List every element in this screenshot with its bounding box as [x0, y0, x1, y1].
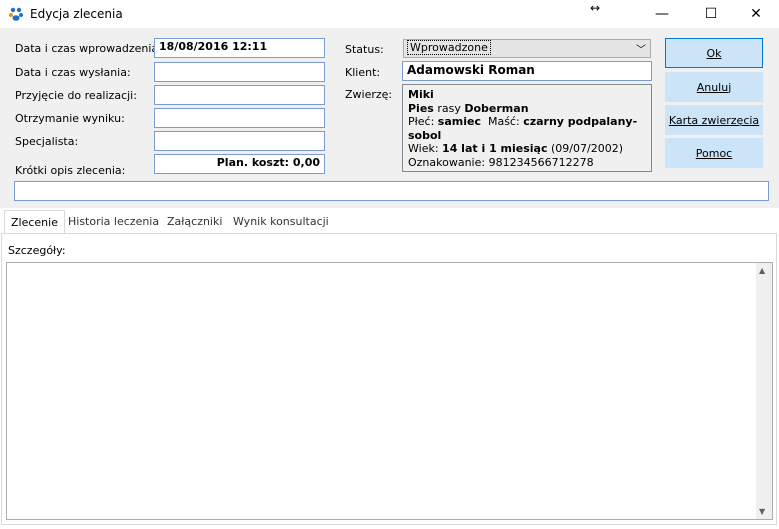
accepted-label: Przyjęcie do realizacji: [15, 89, 137, 102]
planned-cost-field: Plan. koszt: 0,00 [154, 154, 325, 174]
accepted-field[interactable] [154, 85, 325, 105]
client-label: Klient: [345, 66, 381, 79]
entry-date-field[interactable]: 18/08/2016 12:11 [154, 38, 325, 58]
animal-species-line: Pies rasy Doberman [408, 102, 646, 116]
chevron-down-icon: ﹀ [636, 45, 646, 56]
app-icon [9, 7, 23, 21]
help-button[interactable]: Pomoc [665, 138, 763, 168]
animal-breed-word: rasy [437, 101, 461, 115]
sent-date-label: Data i czas wysłania: [15, 66, 131, 79]
status-select[interactable]: Wprowadzone ﹀ [403, 39, 651, 58]
animal-breed: Doberman [464, 101, 529, 115]
animal-label: Zwierzę: [345, 88, 393, 101]
status-value: Wprowadzone [407, 40, 491, 55]
maximize-icon: ☐ [704, 6, 718, 22]
minimize-icon: — [655, 6, 669, 22]
tab-zlecenie[interactable]: Zlecenie [4, 210, 65, 233]
animal-birth: (09/07/2002) [551, 142, 623, 155]
animal-mark: 981234566712278 [488, 155, 594, 169]
resize-icon: ↔ [590, 1, 601, 15]
vertical-scrollbar[interactable]: ▲ ▼ [756, 263, 772, 519]
details-label: Szczegóły: [8, 244, 66, 257]
specialist-label: Specjalista: [15, 135, 79, 148]
animal-age-line: Wiek: 14 lat i 1 miesiąc (09/07/2002) [408, 142, 646, 156]
animal-species: Pies [408, 101, 434, 115]
scroll-up-icon[interactable]: ▲ [759, 266, 765, 275]
animal-mark-line: Oznakowanie: 981234566712278 [408, 156, 646, 170]
short-desc-input[interactable] [14, 181, 769, 201]
animal-age: 14 lat i 1 miesiąc [442, 142, 548, 155]
tab-zalaczniki[interactable]: Załączniki [161, 210, 228, 232]
animal-sex: samiec [437, 115, 481, 128]
animal-sex-line: Płeć: samiec Maść: czarny podpalany-sobo… [408, 115, 646, 142]
short-desc-label: Krótki opis zlecenia: [15, 164, 126, 177]
cancel-button[interactable]: Anuluj [665, 72, 763, 102]
details-text [7, 263, 772, 269]
ok-button[interactable]: Ok [665, 38, 763, 68]
result-label: Otrzymanie wyniku: [15, 112, 125, 125]
minimize-button[interactable]: — [639, 0, 685, 28]
client-field[interactable]: Adamowski Roman [402, 61, 652, 81]
result-field[interactable] [154, 108, 325, 128]
details-textarea[interactable]: ▲ ▼ [6, 262, 773, 520]
tab-historia-leczenia[interactable]: Historia leczenia [62, 210, 165, 232]
animal-age-label: Wiek: [408, 142, 439, 155]
animal-sex-label: Płeć: [408, 115, 435, 128]
close-icon: ✕ [750, 6, 762, 22]
close-button[interactable]: ✕ [733, 0, 779, 28]
animal-name: Miki [408, 88, 434, 101]
sent-date-field[interactable] [154, 62, 325, 82]
specialist-field[interactable] [154, 131, 325, 151]
status-label: Status: [345, 43, 384, 56]
window-title: Edycja zlecenia [30, 7, 123, 21]
animal-mark-label: Oznakowanie: [408, 155, 486, 169]
animal-color-label: Maść: [487, 115, 520, 128]
entry-date-label: Data i czas wprowadzenia: [15, 42, 162, 55]
maximize-button[interactable]: ☐ [688, 0, 734, 28]
tab-wynik-konsultacji[interactable]: Wynik konsultacji [227, 210, 335, 232]
scroll-down-icon[interactable]: ▼ [759, 507, 765, 516]
animal-info-box: Miki Pies rasy Doberman Płeć: samiec Maś… [402, 84, 652, 172]
animal-card-button[interactable]: Karta zwierzęcia [665, 105, 763, 135]
